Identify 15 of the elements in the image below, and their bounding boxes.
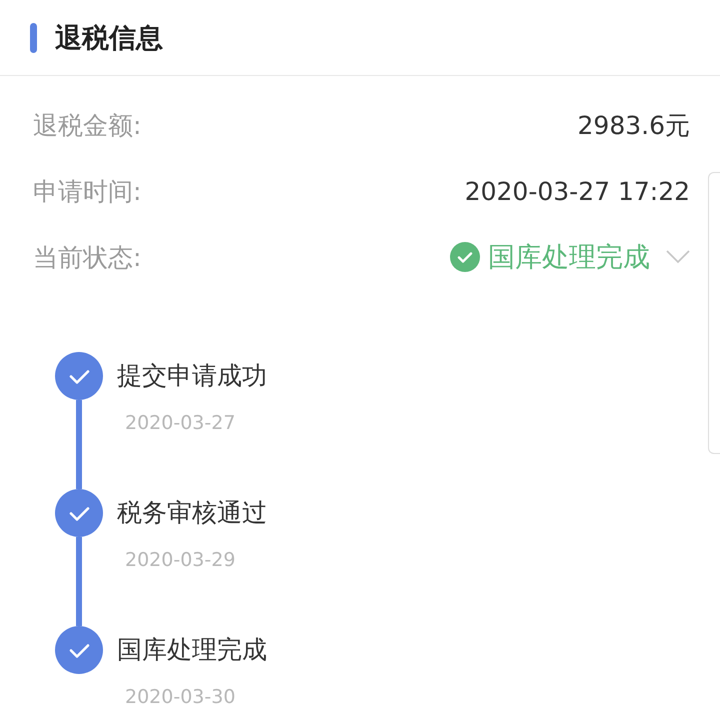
accent-bar	[30, 22, 37, 52]
step-date: 2020-03-29	[125, 548, 236, 573]
step-title: 税务审核通过	[117, 497, 267, 529]
step-title: 国库处理完成	[117, 634, 267, 666]
field-label: 退税金额:	[33, 110, 142, 142]
status-text: 国库处理完成	[488, 241, 650, 275]
section-title: 退税信息	[55, 22, 163, 56]
field-label: 申请时间:	[33, 176, 142, 208]
field-label: 当前状态:	[33, 242, 142, 274]
step-date: 2020-03-27	[125, 411, 236, 436]
step-date: 2020-03-30	[125, 685, 236, 710]
field-value: 2983.6元	[578, 110, 690, 142]
step-title: 提交申请成功	[117, 360, 267, 392]
field-value: 2020-03-27 17:22	[464, 176, 690, 206]
chevron-down-icon[interactable]	[666, 250, 690, 264]
